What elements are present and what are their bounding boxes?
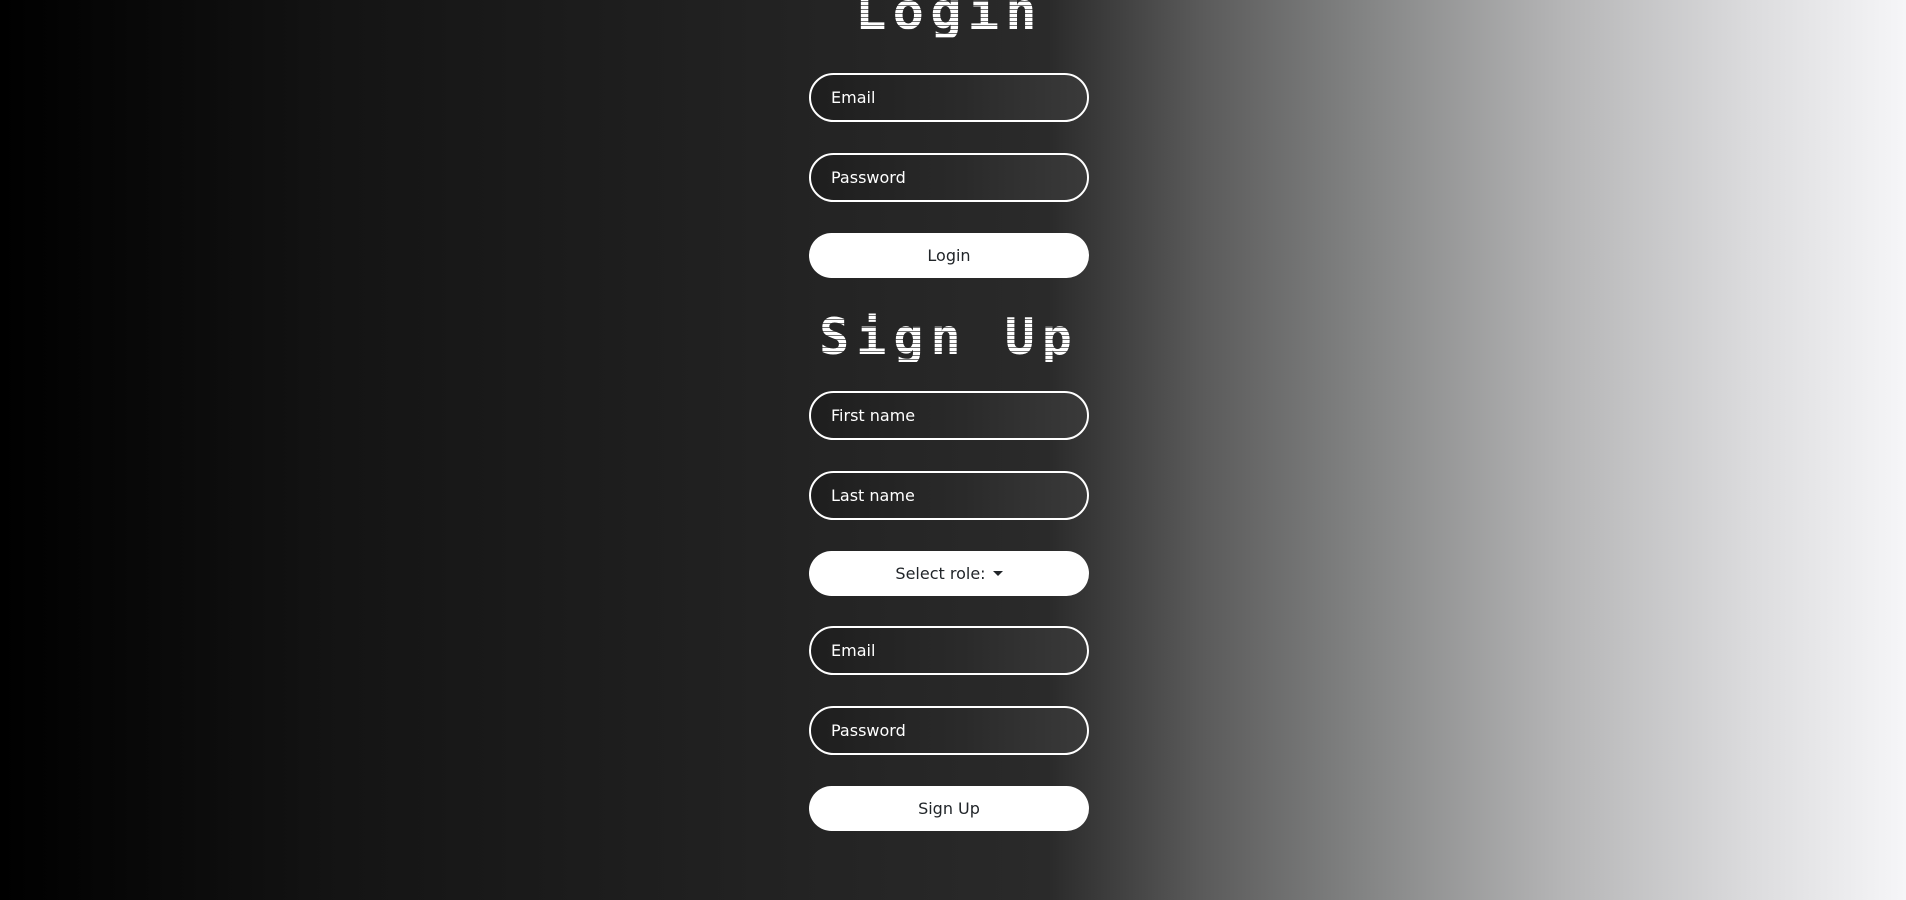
signup-password-input[interactable] — [809, 706, 1089, 755]
caret-down-icon — [992, 571, 1003, 576]
select-role-label: Select role: — [895, 564, 986, 583]
signup-button-label: Sign Up — [918, 799, 980, 818]
signup-first-name-input[interactable] — [809, 391, 1089, 440]
login-password-input[interactable] — [809, 153, 1089, 202]
signup-email-input[interactable] — [809, 626, 1089, 675]
login-button[interactable]: Login — [809, 233, 1089, 278]
login-title: Login — [809, 0, 1089, 38]
select-role-dropdown[interactable]: Select role: — [809, 551, 1089, 596]
signup-last-name-input[interactable] — [809, 471, 1089, 520]
login-button-label: Login — [927, 246, 971, 265]
signup-button[interactable]: Sign Up — [809, 786, 1089, 831]
login-email-input[interactable] — [809, 73, 1089, 122]
signup-title: Sign Up — [809, 312, 1089, 362]
